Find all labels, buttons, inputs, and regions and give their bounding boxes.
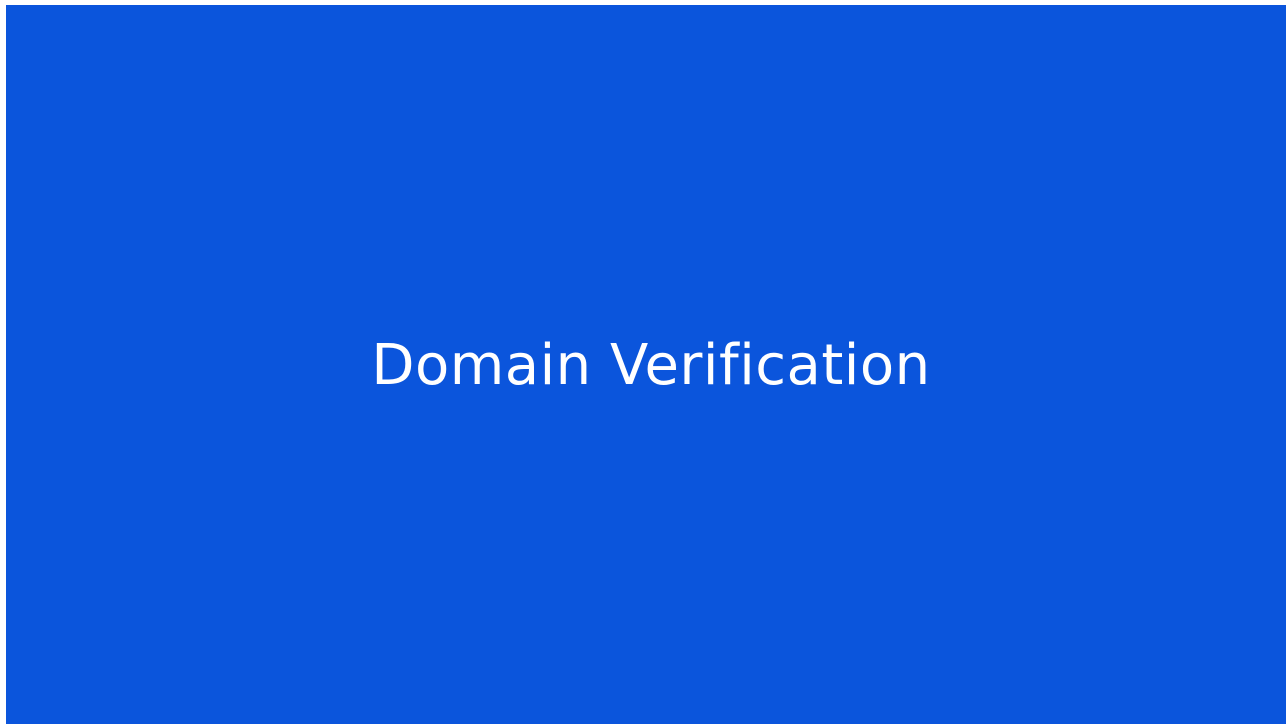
title-slide: Domain Verification [6,5,1286,724]
slide-title: Domain Verification [371,333,931,398]
